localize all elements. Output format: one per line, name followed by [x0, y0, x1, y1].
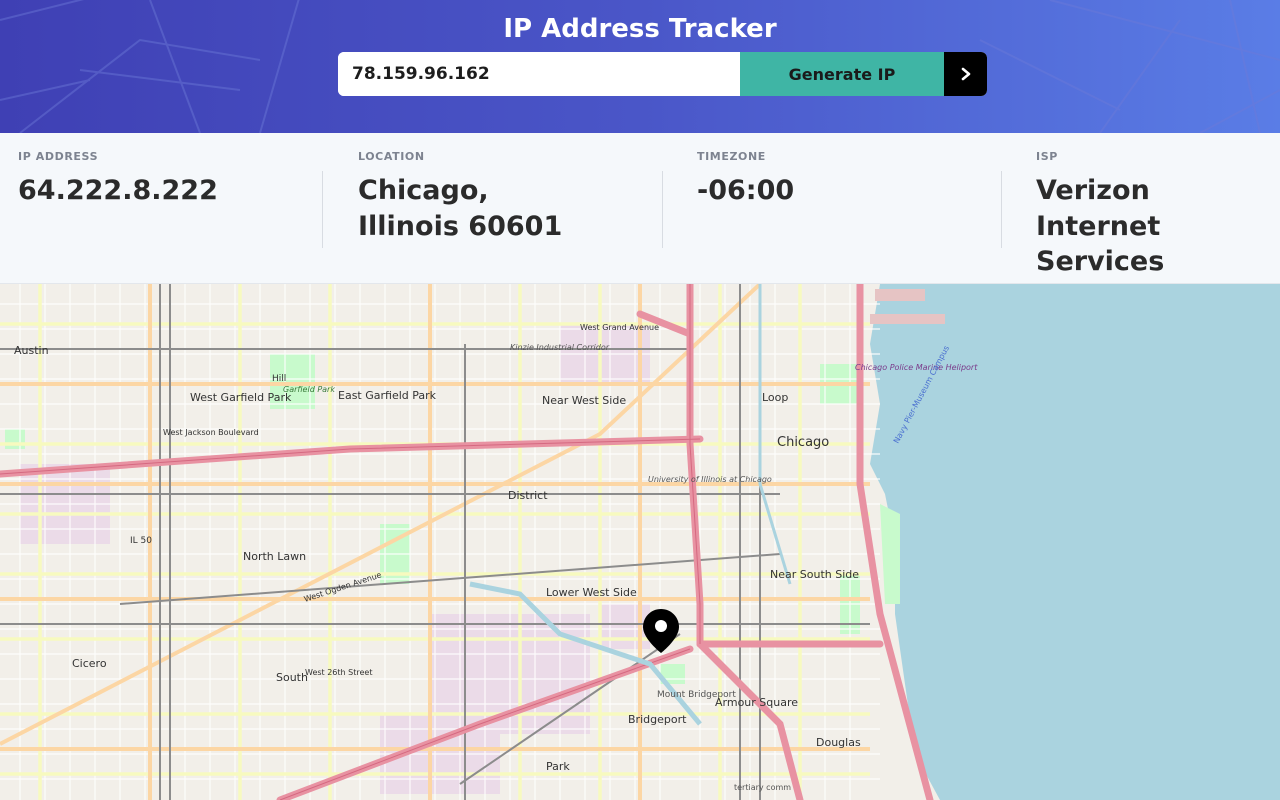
place-label: tertiary comm [734, 783, 791, 792]
place-label: Near South Side [770, 568, 859, 581]
timezone-value: -06:00 [697, 175, 795, 206]
place-label: Chicago Police Marine Heliport [855, 363, 978, 372]
place-label: Bridgeport [628, 713, 687, 726]
ip-search-input[interactable] [338, 52, 740, 96]
place-label: West Garfield Park [190, 391, 292, 404]
ip-address-value: 64.222.8.222 [18, 175, 218, 206]
isp-label: ISP [1036, 150, 1058, 163]
divider [1001, 171, 1002, 248]
place-label: Chicago [777, 435, 829, 450]
street-label: West 26th Street [305, 668, 372, 677]
place-label: Loop [762, 391, 788, 404]
place-label: Armour Square [715, 696, 798, 709]
street-label: West Jackson Boulevard [163, 428, 259, 437]
street-label: West Grand Avenue [580, 323, 659, 332]
place-label: District [508, 489, 548, 502]
divider [662, 171, 663, 248]
isp-value: Verizon Internet Services [1036, 175, 1165, 277]
place-label: Near West Side [542, 394, 626, 407]
ip-address-label: IP ADDRESS [18, 150, 99, 163]
place-label: South [276, 671, 308, 684]
ip-info-panel: IP ADDRESS 64.222.8.222 LOCATION Chicago… [0, 133, 1280, 284]
map-tiles: Austin West Garfield Park Garfield Park … [0, 284, 1280, 800]
header: IP Address Tracker Generate IP [0, 0, 1280, 133]
location-value: Chicago, Illinois 60601 [358, 175, 563, 242]
place-label: North Lawn [243, 550, 306, 563]
place-label: Kinzie Industrial Corridor [510, 343, 610, 352]
place-label: Garfield Park [283, 385, 335, 394]
divider [322, 171, 323, 248]
generate-ip-button[interactable]: Generate IP [740, 52, 944, 96]
map-view[interactable]: Austin West Garfield Park Garfield Park … [0, 284, 1280, 800]
location-label: LOCATION [358, 150, 425, 163]
place-label: East Garfield Park [338, 389, 437, 402]
chevron-right-icon [961, 67, 970, 81]
route-label: IL 50 [130, 536, 152, 546]
place-label: Cicero [72, 657, 107, 670]
location-pin-icon[interactable] [642, 608, 680, 654]
timezone-label: TIMEZONE [697, 150, 766, 163]
place-label: Douglas [816, 736, 861, 749]
place-label: University of Illinois at Chicago [648, 475, 772, 484]
ip-search-bar: Generate IP [338, 52, 987, 96]
place-label: Hill [272, 374, 286, 384]
submit-button[interactable] [944, 52, 987, 96]
place-label: Lower West Side [546, 586, 637, 599]
place-label: Austin [14, 344, 49, 357]
lake-michigan [870, 284, 1280, 800]
place-label: Park [546, 760, 570, 773]
page-title: IP Address Tracker [503, 14, 777, 44]
